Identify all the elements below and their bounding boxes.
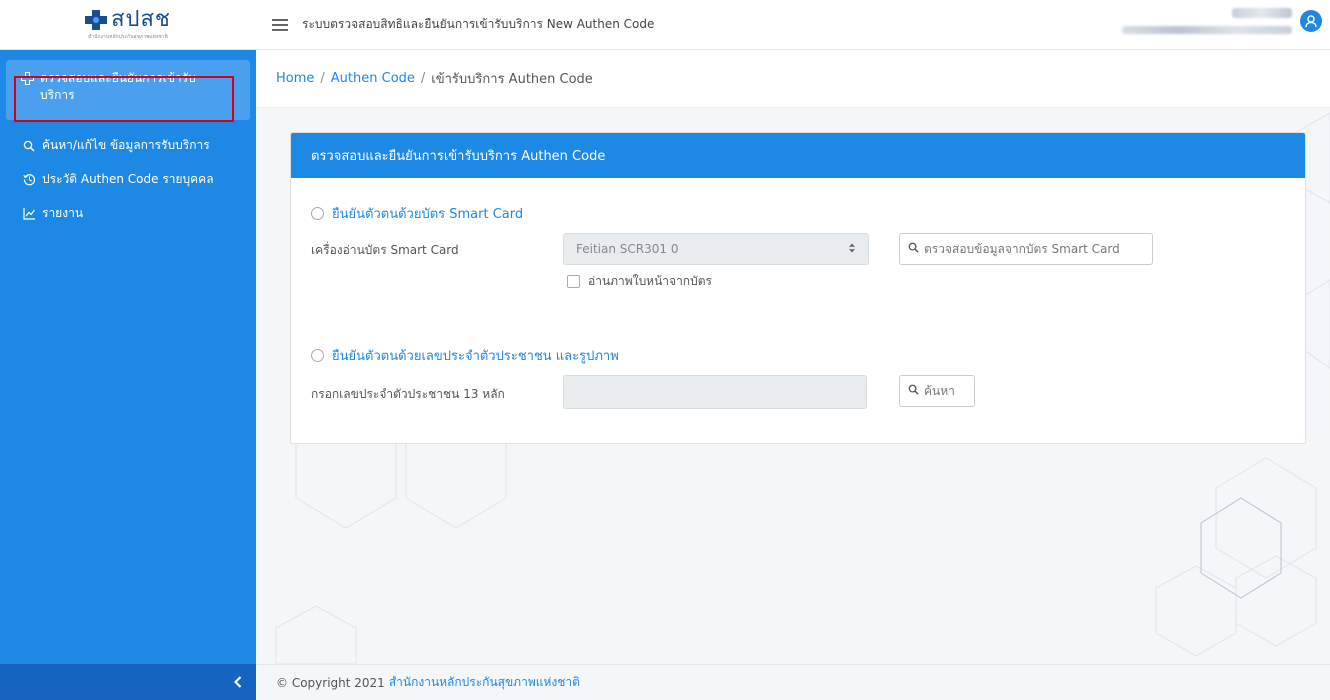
sidebar-item-label: รายงาน: [42, 205, 84, 220]
sidebar-item-history[interactable]: ประวัติ Authen Code รายบุคคล: [0, 164, 256, 194]
menu-toggle-icon[interactable]: [272, 18, 288, 31]
app-title: ระบบตรวจสอบสิทธิและยืนยันการเข้ารับบริกา…: [302, 17, 655, 31]
card-title: ตรวจสอบและยืนยันการเข้ารับบริการ Authen …: [291, 133, 1305, 178]
sidebar-collapse-button[interactable]: [0, 664, 256, 700]
citizen-id-label: กรอกเลขประจำตัวประชาชน 13 หลัก: [311, 387, 505, 401]
search-icon: [22, 139, 36, 153]
search-button[interactable]: ค้นหา: [899, 375, 975, 407]
nhso-logo-icon: [85, 9, 108, 30]
search-icon: [908, 242, 919, 256]
breadcrumb-current: เข้ารับบริการ Authen Code: [431, 72, 593, 87]
smartcard-radio-option[interactable]: ยืนยันตัวตนด้วยบัตร Smart Card: [311, 203, 523, 224]
reader-label: เครื่องอ่านบัตร Smart Card: [311, 243, 459, 257]
breadcrumb-separator: /: [420, 71, 426, 86]
history-icon: [22, 173, 36, 187]
user-menu[interactable]: [1122, 8, 1322, 34]
sidebar-item-label: ตรวจสอบและยืนยันการเข้ารับบริการ: [40, 71, 196, 102]
chevron-left-icon: [233, 673, 242, 692]
idcard-radio-label: ยืนยันตัวตนด้วยเลขประจำตัวประชาชน และรูป…: [332, 349, 619, 364]
read-face-checkbox[interactable]: [567, 275, 580, 288]
sidebar-item-label: ประวัติ Authen Code รายบุคคล: [42, 171, 214, 186]
copyright-text: © Copyright 2021: [276, 675, 385, 690]
sidebar-item-search-edit[interactable]: ค้นหา/แก้ไข ข้อมูลการรับบริการ: [0, 130, 256, 160]
read-face-checkbox-label: อ่านภาพใบหน้าจากบัตร: [588, 274, 712, 288]
smartcard-radio-label: ยืนยันตัวตนด้วยบัตร Smart Card: [332, 207, 524, 222]
logo[interactable]: สปสช สำนักงานหลักประกันสุขภาพแห่งชาติ: [0, 0, 256, 50]
authen-card: ตรวจสอบและยืนยันการเข้ารับบริการ Authen …: [290, 132, 1306, 444]
idcard-radio[interactable]: [311, 349, 324, 362]
org-link[interactable]: สำนักงานหลักประกันสุขภาพแห่งชาติ: [389, 673, 580, 692]
user-info-redacted: [1122, 8, 1292, 34]
sidebar-item-verify-service[interactable]: ตรวจสอบและยืนยันการเข้ารับบริการ: [6, 60, 250, 120]
select-arrows-icon: [848, 242, 856, 256]
medical-cross-icon: [20, 71, 34, 85]
user-avatar-icon[interactable]: [1300, 10, 1322, 32]
logo-subtitle: สำนักงานหลักประกันสุขภาพแห่งชาติ: [88, 33, 168, 40]
breadcrumb: Home / Authen Code / เข้ารับบริการ Authe…: [256, 50, 1330, 108]
breadcrumb-authen-code[interactable]: Authen Code: [331, 71, 415, 86]
smartcard-radio[interactable]: [311, 207, 324, 220]
search-icon: [908, 384, 919, 398]
breadcrumb-home[interactable]: Home: [276, 71, 314, 86]
idcard-radio-option[interactable]: ยืนยันตัวตนด้วยเลขประจำตัวประชาชน และรูป…: [311, 345, 619, 366]
sidebar-menu: ตรวจสอบและยืนยันการเข้ารับบริการ ค้นหา/แ…: [0, 50, 256, 228]
chart-icon: [22, 207, 36, 221]
reader-select-value: Feitian SCR301 0: [576, 242, 679, 256]
read-smartcard-button-label: ตรวจสอบข้อมูลจากบัตร Smart Card: [924, 241, 1120, 256]
reader-select[interactable]: Feitian SCR301 0: [563, 233, 869, 265]
read-face-option[interactable]: อ่านภาพใบหน้าจากบัตร: [567, 272, 712, 291]
footer: © Copyright 2021 สำนักงานหลักประกันสุขภา…: [256, 664, 1330, 700]
read-smartcard-button[interactable]: ตรวจสอบข้อมูลจากบัตร Smart Card: [899, 233, 1153, 265]
logo-text: สปสช: [111, 6, 171, 32]
sidebar-item-reports[interactable]: รายงาน: [0, 198, 256, 228]
sidebar-item-label: ค้นหา/แก้ไข ข้อมูลการรับบริการ: [42, 137, 210, 152]
search-button-label: ค้นหา: [924, 383, 955, 398]
top-bar: ระบบตรวจสอบสิทธิและยืนยันการเข้ารับบริกา…: [256, 0, 1330, 50]
citizen-id-input[interactable]: [563, 375, 867, 409]
breadcrumb-separator: /: [320, 71, 325, 86]
sidebar: สปสช สำนักงานหลักประกันสุขภาพแห่งชาติ ตร…: [0, 0, 256, 700]
